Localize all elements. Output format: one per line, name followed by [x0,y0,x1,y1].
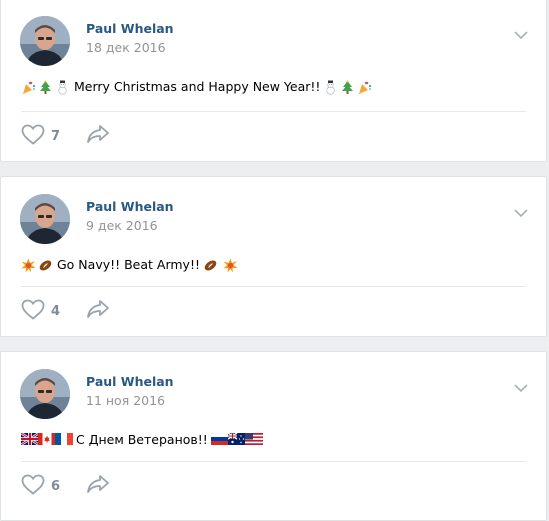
flag-us-icon [244,432,263,448]
chevron-down-icon[interactable] [514,203,528,218]
wall-post: Paul Whelan 18 дек 2016 Merry Christmas … [0,0,547,162]
party-popper-icon [357,80,372,95]
divider [21,461,526,462]
flag-ca-icon [38,432,56,448]
divider [21,286,526,287]
flag-ru-icon [210,432,229,448]
american-football-icon [38,258,53,273]
avatar[interactable] [20,194,70,244]
like-button[interactable]: 6 [21,474,60,499]
wall-post: Paul Whelan 9 дек 2016 Go Navy!! Beat Ar… [0,176,547,337]
flag-fr-icon [55,432,73,448]
snowman-icon [55,80,70,95]
share-arrow-icon [86,124,110,148]
like-count: 4 [51,303,61,319]
christmas-tree-icon [38,80,53,95]
post-date[interactable]: 9 дек 2016 [86,218,158,233]
post-date[interactable]: 18 дек 2016 [86,40,166,55]
flag-gb-icon [21,432,39,448]
post-actions: 4 [21,298,110,324]
post-author-link[interactable]: Paul Whelan [86,374,174,389]
party-popper-icon [21,80,36,95]
news-feed: Paul Whelan 18 дек 2016 Merry Christmas … [0,0,549,521]
share-button[interactable] [86,124,110,148]
like-count: 6 [51,478,61,494]
post-author-link[interactable]: Paul Whelan [86,199,174,214]
flag-au-icon [227,432,246,448]
like-button[interactable]: 7 [21,124,60,149]
american-football-icon [203,258,218,273]
share-button[interactable] [86,474,110,498]
post-text-content: Merry Christmas and Happy New Year!! [74,79,321,94]
post-text-content: Go Navy!! Beat Army!! [57,257,200,272]
like-count: 7 [51,128,61,144]
chevron-down-icon[interactable] [514,25,528,40]
like-button[interactable]: 4 [21,299,60,324]
collision-icon [21,258,36,273]
wall-post: Paul Whelan 11 ноя 2016 С Днем Ветеранов… [0,351,547,521]
post-date[interactable]: 11 ноя 2016 [86,393,165,408]
heart-icon [21,474,45,499]
chevron-down-icon[interactable] [514,378,528,393]
heart-icon [21,299,45,324]
snowman-icon [323,80,338,95]
heart-icon [21,124,45,149]
post-author-link[interactable]: Paul Whelan [86,21,174,36]
divider [21,111,526,112]
post-text: С Днем Ветеранов!! [21,432,263,448]
post-text: Merry Christmas and Happy New Year!! [21,79,374,95]
post-text: Go Navy!! Beat Army!! [21,257,240,273]
collision-icon [223,258,238,273]
share-arrow-icon [86,299,110,323]
avatar[interactable] [20,369,70,419]
post-actions: 7 [21,123,110,149]
share-arrow-icon [86,474,110,498]
post-actions: 6 [21,473,110,499]
avatar[interactable] [20,16,70,66]
post-text-content: С Днем Ветеранов!! [76,432,208,447]
christmas-tree-icon [340,80,355,95]
share-button[interactable] [86,299,110,323]
